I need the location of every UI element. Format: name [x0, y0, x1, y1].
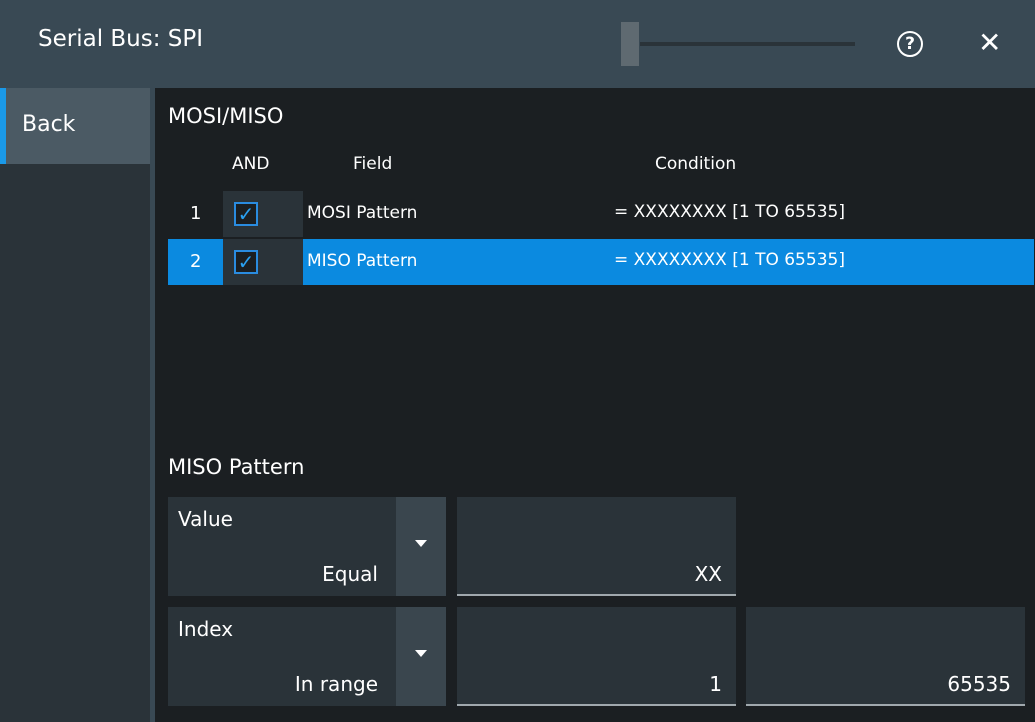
help-glyph: ?	[905, 34, 915, 54]
index-mode: In range	[294, 672, 378, 696]
sidebar-divider	[150, 88, 155, 722]
value-dropdown-button[interactable]	[396, 497, 446, 596]
value-condition-select[interactable]: Value Equal	[168, 497, 396, 596]
row-condition: = XXXXXXXX [1 TO 65535]	[614, 202, 845, 222]
transparency-slider-track[interactable]	[640, 42, 855, 46]
sidebar	[0, 88, 150, 722]
back-button[interactable]: Back	[0, 88, 150, 164]
value-pattern-text: XX	[694, 562, 722, 586]
check-icon: ✓	[237, 250, 255, 274]
and-checkbox[interactable]: ✓	[234, 202, 258, 226]
chevron-down-icon	[415, 540, 427, 547]
row-field: MOSI Pattern	[307, 203, 418, 223]
back-button-label: Back	[22, 112, 76, 137]
index-from-input[interactable]: 1	[457, 607, 736, 706]
index-dropdown-button[interactable]	[396, 607, 446, 706]
table-row[interactable]: 2 ✓ MISO Pattern = XXXXXXXX [1 TO 65535]	[168, 239, 1034, 285]
index-label: Index	[178, 617, 234, 641]
section-title-mosi-miso: MOSI/MISO	[168, 104, 284, 128]
value-label: Value	[178, 507, 233, 531]
index-from-text: 1	[709, 672, 722, 696]
check-icon: ✓	[237, 202, 255, 226]
table-row[interactable]: 1 ✓ MOSI Pattern = XXXXXXXX [1 TO 65535]	[168, 191, 1034, 237]
title-bar: Serial Bus: SPI ? ✕	[0, 0, 1035, 88]
value-mode: Equal	[322, 562, 378, 586]
column-header-field: Field	[353, 154, 393, 174]
help-icon[interactable]: ?	[897, 31, 923, 57]
column-header-and: AND	[232, 154, 270, 174]
transparency-slider-handle[interactable]	[621, 22, 639, 66]
row-field: MISO Pattern	[307, 251, 418, 271]
index-condition-select[interactable]: Index In range	[168, 607, 396, 706]
chevron-down-icon	[415, 650, 427, 657]
index-to-text: 65535	[947, 672, 1011, 696]
close-icon[interactable]: ✕	[978, 26, 1001, 60]
row-condition: = XXXXXXXX [1 TO 65535]	[614, 250, 845, 270]
row-number: 1	[190, 203, 202, 224]
row-number: 2	[190, 251, 202, 272]
index-to-input[interactable]: 65535	[746, 607, 1025, 706]
section-title-miso-pattern: MISO Pattern	[168, 455, 305, 479]
window-title: Serial Bus: SPI	[38, 26, 204, 52]
and-checkbox[interactable]: ✓	[234, 250, 258, 274]
value-pattern-input[interactable]: XX	[457, 497, 736, 596]
column-header-condition: Condition	[655, 154, 737, 174]
